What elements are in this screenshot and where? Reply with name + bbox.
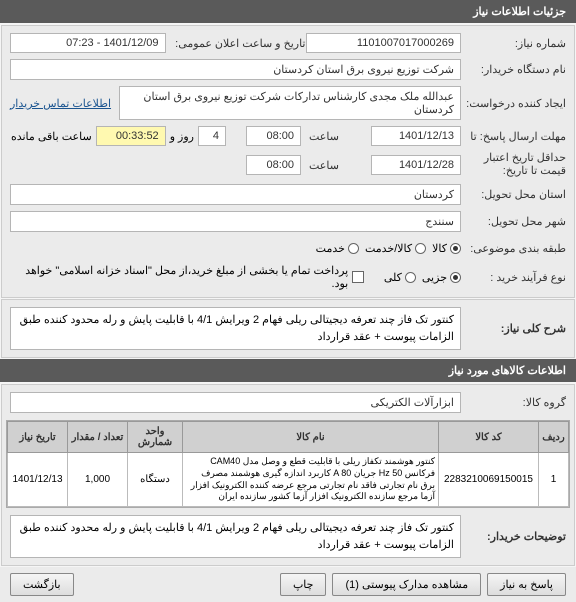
credit-date: 1401/12/28 — [371, 155, 461, 175]
requester-label: ایجاد کننده درخواست: — [461, 97, 566, 110]
footer: پاسخ به نیاز مشاهده مدارک پیوستی (1) چاپ… — [0, 567, 576, 602]
goods-section: گروه کالا: ابزارآلات الکتریکی ردیف کد کا… — [1, 384, 575, 566]
need-no-label: شماره نیاز: — [461, 37, 566, 50]
attachments-button[interactable]: مشاهده مدارک پیوستی (1) — [332, 573, 481, 596]
cell-date: 1401/12/13 — [8, 453, 68, 507]
radio-circle-icon — [415, 243, 426, 254]
page-title: جزئیات اطلاعات نیاز — [0, 0, 576, 23]
city-label: شهر محل تحویل: — [461, 215, 566, 228]
group-value: ابزارآلات الکتریکی — [10, 392, 461, 413]
payment-checkbox[interactable] — [352, 271, 364, 283]
radio-circle-icon — [450, 272, 461, 283]
need-desc-text: کنتور تک فاز چند تعرفه دیجیتالی ریلی فها… — [10, 307, 461, 350]
remaining-label: ساعت باقی مانده — [11, 130, 96, 143]
goods-table-container: ردیف کد کالا نام کالا واحد شمارش تعداد /… — [6, 420, 570, 508]
time-label-1: ساعت — [301, 130, 371, 143]
col-name: نام کالا — [183, 422, 439, 453]
radio-circle-icon — [348, 243, 359, 254]
process-radio-group: جزیی کلی — [384, 271, 461, 284]
print-button[interactable]: چاپ — [280, 573, 327, 596]
need-no-value: 1101007017000269 — [306, 33, 462, 53]
details-section: شماره نیاز: 1101007017000269 تاریخ و ساع… — [1, 25, 575, 298]
city-value: سنندج — [10, 211, 461, 232]
cell-unit: دستگاه — [128, 453, 183, 507]
radio-circle-icon — [450, 243, 461, 254]
col-idx: ردیف — [539, 422, 569, 453]
col-qty: تعداد / مقدار — [68, 422, 128, 453]
announce-value: 1401/12/09 - 07:23 — [10, 33, 166, 53]
table-header-row: ردیف کد کالا نام کالا واحد شمارش تعداد /… — [8, 422, 569, 453]
back-button[interactable]: بازگشت — [10, 573, 74, 596]
category-label: طبقه بندی موضوعی: — [461, 242, 566, 255]
col-code: کد کالا — [439, 422, 539, 453]
reply-button[interactable]: پاسخ به نیاز — [487, 573, 566, 596]
day-label: روز و — [166, 130, 198, 143]
radio-full[interactable]: کلی — [384, 271, 416, 284]
goods-header: اطلاعات کالاهای مورد نیاز — [0, 359, 576, 382]
radio-partial[interactable]: جزیی — [422, 271, 461, 284]
cell-idx: 1 — [539, 453, 569, 507]
cell-code: 2283210069150015 — [439, 453, 539, 507]
deadline-date: 1401/12/13 — [371, 126, 461, 146]
cell-qty: 1,000 — [68, 453, 128, 507]
province-value: کردستان — [10, 184, 461, 205]
table-row: 1 2283210069150015 کنتور هوشمند تکفاز ری… — [8, 453, 569, 507]
remaining-time: 00:33:52 — [96, 126, 166, 146]
radio-kala[interactable]: کالا — [432, 242, 461, 255]
goods-table: ردیف کد کالا نام کالا واحد شمارش تعداد /… — [7, 421, 569, 507]
process-label: نوع فرآیند خرید : — [461, 271, 566, 284]
announce-label: تاریخ و ساعت اعلان عمومی: — [166, 37, 306, 50]
category-radio-group: کالا کالا/خدمت خدمت — [316, 242, 461, 255]
credit-label: حداقل تاریخ اعتبار قیمت تا تاریخ: — [461, 152, 566, 178]
need-desc-label: شرح کلی نیاز: — [461, 322, 566, 335]
time-label-2: ساعت — [301, 159, 371, 172]
cell-name: کنتور هوشمند تکفاز ریلی با قابلیت قطع و … — [183, 453, 439, 507]
col-unit: واحد شمارش — [128, 422, 183, 453]
need-desc-section: شرح کلی نیاز: کنتور تک فاز چند تعرفه دیج… — [1, 299, 575, 358]
requester-value: عبدالله ملک مجدی کارشناس تدارکات شرکت تو… — [119, 86, 461, 120]
col-date: تاریخ نیاز — [8, 422, 68, 453]
radio-type[interactable]: خدمت — [316, 242, 359, 255]
buyer-notes-label: توضیحات خریدار: — [461, 530, 566, 543]
buyer-label: نام دستگاه خریدار: — [461, 63, 566, 76]
radio-service[interactable]: کالا/خدمت — [365, 242, 426, 255]
deadline-time: 08:00 — [246, 126, 301, 146]
credit-time: 08:00 — [246, 155, 301, 175]
contact-link[interactable]: اطلاعات تماس خریدار — [10, 97, 111, 110]
group-label: گروه کالا: — [461, 396, 566, 409]
payment-hint: پرداخت تمام یا بخشی از مبلغ خرید،از محل … — [10, 264, 348, 290]
radio-circle-icon — [405, 272, 416, 283]
days-value: 4 — [198, 126, 226, 146]
buyer-value: شرکت توزیع نیروی برق استان کردستان — [10, 59, 461, 80]
deadline-label: مهلت ارسال پاسخ: تا — [461, 130, 566, 143]
buyer-notes-text: کنتور تک فاز چند تعرفه دیجیتالی ریلی فها… — [10, 515, 461, 558]
province-label: استان محل تحویل: — [461, 188, 566, 201]
